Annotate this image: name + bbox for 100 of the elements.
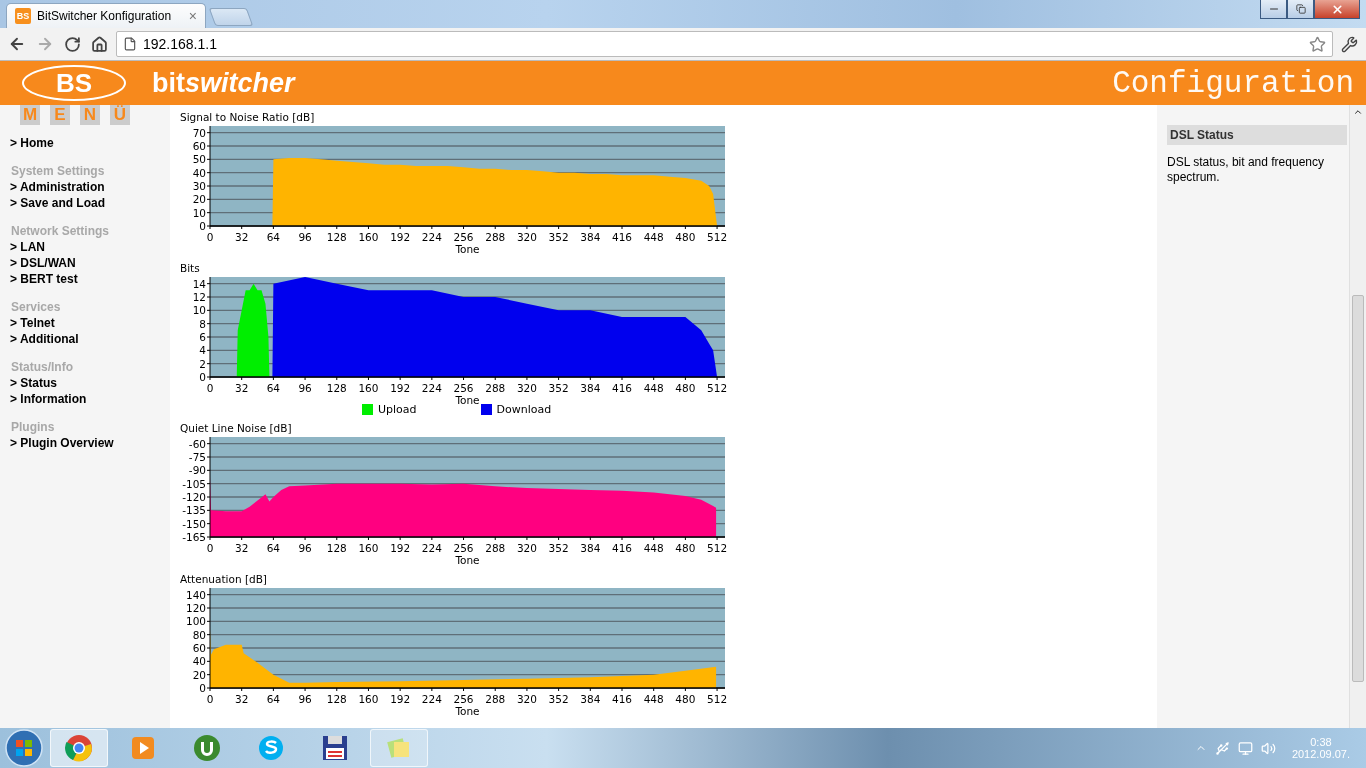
menu-heading: System Settings — [11, 163, 106, 179]
x-tick-label: 192 — [390, 693, 411, 705]
menu-link[interactable]: > Telnet — [10, 315, 170, 331]
legend-label: Download — [496, 403, 552, 416]
x-tick-label: 480 — [675, 231, 696, 243]
x-tick-label: 352 — [548, 382, 569, 394]
x-tick-label: 128 — [326, 542, 347, 554]
round-logo-icon — [65, 734, 93, 762]
y-tick-label: 40 — [192, 166, 206, 179]
restore-icon — [1295, 4, 1306, 14]
x-tick-label: 384 — [580, 693, 601, 705]
y-tick-label: 50 — [192, 153, 206, 166]
y-tick-label: -165 — [182, 531, 206, 543]
x-tick-label: 0 — [206, 693, 214, 705]
browser-tab[interactable]: BS BitSwitcher Konfiguration × — [6, 3, 206, 28]
x-tick-label: 160 — [358, 693, 379, 705]
forward-arrow-icon — [36, 35, 54, 53]
x-tick-label: 384 — [580, 231, 601, 243]
x-tick-label: 32 — [235, 382, 249, 394]
address-bar[interactable]: 192.168.1.1 — [116, 31, 1333, 57]
new-tab-button[interactable] — [208, 8, 254, 26]
x-tick-label: 480 — [675, 542, 696, 554]
menu-link[interactable]: > Additional — [10, 331, 170, 347]
page-title: Configuration — [1112, 65, 1354, 101]
x-tick-label: 64 — [266, 693, 281, 705]
x-tick-label: 160 — [358, 382, 379, 394]
info-heading: DSL Status — [1167, 125, 1347, 145]
x-tick-label: 320 — [516, 382, 537, 394]
menu-link[interactable]: > Status — [10, 375, 170, 391]
menu-heading: Services — [11, 299, 62, 315]
y-tick-label: 8 — [199, 317, 206, 330]
menu-heading: Plugins — [11, 419, 56, 435]
close-button[interactable] — [1314, 0, 1360, 19]
menu-link[interactable]: > Plugin Overview — [10, 435, 170, 451]
y-tick-label: 60 — [192, 140, 206, 152]
x-tick-label: 448 — [643, 231, 664, 243]
x-tick-label: 128 — [326, 382, 347, 394]
x-tick-label: 0 — [206, 382, 214, 394]
y-tick-label: 80 — [192, 628, 206, 641]
y-tick-label: 2 — [199, 357, 206, 370]
start-orb-icon[interactable] — [4, 728, 44, 768]
x-tick-label: 224 — [421, 231, 442, 243]
play-icon — [130, 735, 156, 761]
menu-link[interactable]: > Administration — [10, 179, 170, 195]
reload-icon — [64, 35, 81, 53]
x-tick-label: 0 — [206, 542, 214, 554]
clock-time: 0:38 — [1310, 736, 1332, 748]
y-tick-label: -120 — [182, 491, 206, 503]
menu-link[interactable]: > BERT test — [10, 271, 170, 287]
x-tick-label: 352 — [548, 231, 569, 243]
wrench-icon — [1341, 35, 1358, 53]
x-tick-label: 32 — [235, 693, 249, 705]
y-tick-label: 70 — [192, 126, 206, 139]
y-tick-label: 14 — [192, 277, 206, 290]
bookmark-star-icon[interactable] — [1309, 35, 1326, 53]
menu-link[interactable]: > Home — [10, 135, 170, 151]
url-text: 192.168.1.1 — [143, 36, 218, 52]
x-tick-label: 256 — [453, 542, 474, 554]
x-tick-label: 256 — [453, 693, 474, 705]
menu-letter: N — [80, 105, 100, 125]
y-tick-label: -90 — [188, 464, 206, 477]
y-tick-label: 10 — [192, 206, 206, 219]
brand-name: bitswitcher — [152, 67, 297, 99]
favicon: BS — [15, 8, 31, 24]
x-axis-label: Tone — [455, 554, 480, 566]
x-tick-label: 384 — [580, 542, 601, 554]
y-tick-label: -75 — [188, 451, 206, 463]
x-tick-label: 416 — [612, 231, 632, 243]
home-button[interactable] — [89, 33, 110, 55]
menu-link[interactable]: > Information — [10, 391, 170, 407]
chart-title: Bits — [180, 262, 201, 275]
y-tick-label: 140 — [185, 588, 206, 601]
x-tick-label: 64 — [266, 231, 281, 243]
clock-date: 2012.09.07. — [1291, 748, 1350, 760]
tab-close-button[interactable]: × — [188, 8, 197, 24]
minimize-button[interactable] — [1260, 0, 1287, 19]
x-tick-label: 224 — [421, 382, 442, 394]
menu-link[interactable]: > LAN — [10, 239, 170, 255]
chart-title: Signal to Noise Ratio [dB] — [180, 111, 316, 124]
taskbar-app-button[interactable] — [50, 729, 108, 767]
x-tick-label: 320 — [516, 231, 537, 243]
menu-heading: Status/Info — [11, 359, 74, 375]
y-tick-label: 120 — [185, 602, 206, 614]
y-tick-label: 60 — [192, 642, 206, 654]
x-tick-label: 288 — [485, 382, 506, 394]
y-tick-label: -60 — [188, 437, 206, 450]
restore-button[interactable] — [1287, 0, 1314, 19]
y-tick-label: 20 — [192, 193, 206, 206]
menu-link[interactable]: > DSL/WAN — [10, 255, 170, 271]
x-tick-label: 192 — [390, 231, 411, 243]
x-axis-label: Tone — [455, 705, 480, 717]
scrollbar[interactable] — [1349, 105, 1366, 728]
x-tick-label: 480 — [675, 382, 696, 394]
y-tick-label: 0 — [199, 371, 206, 383]
usb-icon[interactable] — [1214, 740, 1230, 756]
caret-up-icon[interactable] — [1353, 107, 1363, 117]
x-tick-label: 64 — [266, 542, 281, 554]
menu-link[interactable]: > Save and Load — [10, 195, 170, 211]
x-tick-label: 288 — [485, 231, 506, 243]
close-icon — [1330, 2, 1344, 16]
